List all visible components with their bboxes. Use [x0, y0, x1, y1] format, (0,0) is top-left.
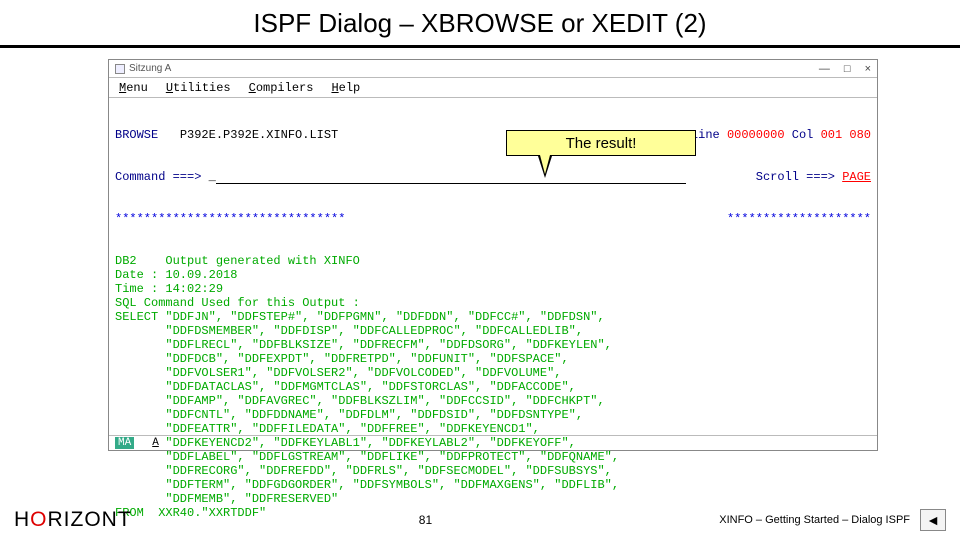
command-input-line[interactable]: [216, 183, 686, 184]
line-value: 00000000: [727, 128, 785, 142]
window-icon: [115, 64, 125, 74]
title-divider: [0, 45, 960, 48]
callout-tail-fill: [540, 155, 550, 174]
status-a: A: [152, 437, 159, 449]
callout-box: The result!: [506, 130, 696, 156]
browse-keyword: BROWSE: [115, 128, 158, 142]
back-button[interactable]: ◄: [920, 509, 946, 531]
slide-footer: HORIZONT 81 XINFO – Getting Started – Di…: [0, 500, 960, 540]
command-cursor[interactable]: _: [209, 170, 216, 184]
scroll-keyword: Scroll ===>: [756, 170, 835, 184]
slide-title: ISPF Dialog – XBROWSE or XEDIT (2): [0, 0, 960, 45]
stars-right: ********************: [727, 212, 871, 226]
maximize-button[interactable]: □: [844, 63, 851, 75]
command-keyword: Command ===>: [115, 170, 201, 184]
menu-compilers[interactable]: Compilers: [249, 81, 314, 95]
terminal-body: BROWSE P392E.P392E.XINFO.LIST Line 00000…: [109, 98, 877, 550]
horizont-logo: HORIZONT: [14, 508, 132, 532]
col-keyword: Col: [792, 128, 814, 142]
menu-menu[interactable]: Menu: [119, 81, 148, 95]
terminal-window: Sitzung A — □ × Menu Utilities Compilers…: [108, 59, 878, 451]
footer-right-text: XINFO – Getting Started – Dialog ISPF: [719, 514, 910, 526]
window-titlebar: Sitzung A — □ ×: [109, 60, 877, 78]
status-ma: MA: [115, 437, 134, 449]
page-number: 81: [419, 513, 432, 527]
scroll-value[interactable]: PAGE: [842, 170, 871, 184]
menu-utilities[interactable]: Utilities: [166, 81, 231, 95]
back-arrow-icon: ◄: [926, 512, 940, 528]
close-button[interactable]: ×: [865, 63, 871, 75]
menubar: Menu Utilities Compilers Help: [109, 78, 877, 98]
callout-text: The result!: [566, 135, 637, 152]
status-bar: MA A: [109, 435, 877, 450]
dataset-name: P392E.P392E.XINFO.LIST: [180, 128, 338, 142]
sql-listing: DB2 Output generated with XINFO Date : 1…: [115, 254, 871, 520]
stars-left: ********************************: [115, 212, 345, 226]
window-title: Sitzung A: [129, 63, 171, 74]
menu-help[interactable]: Help: [331, 81, 360, 95]
minimize-button[interactable]: —: [819, 63, 830, 75]
col-value: 001 080: [821, 128, 871, 142]
